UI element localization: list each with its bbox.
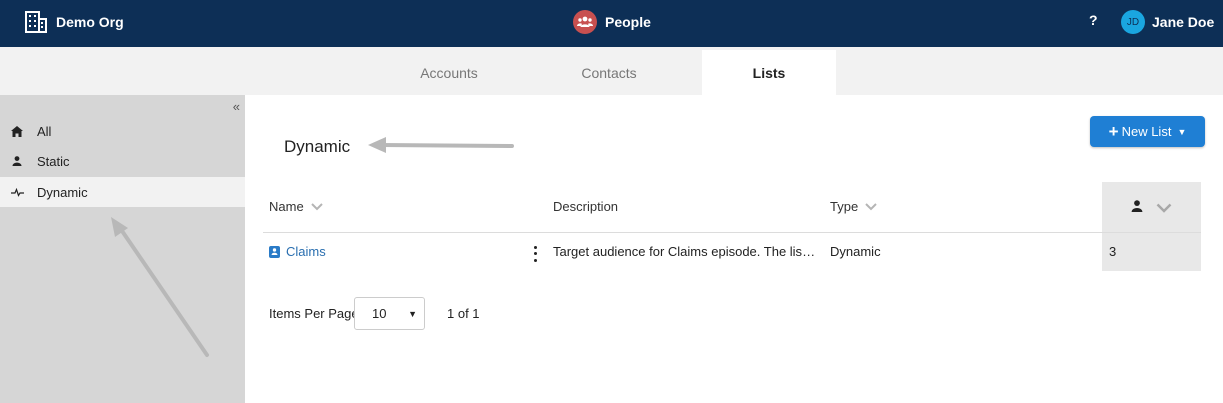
new-list-label: New List (1121, 124, 1172, 139)
list-type: Dynamic (830, 244, 881, 259)
column-header-label: Description (553, 199, 619, 214)
tab-accounts[interactable]: Accounts (382, 50, 516, 95)
building-icon (25, 11, 47, 33)
column-header-type[interactable]: Type (830, 199, 877, 214)
tab-bar: Accounts Contacts Lists (0, 47, 1223, 95)
help-button[interactable]: ? (1089, 12, 1098, 28)
app-name: People (605, 14, 651, 30)
pulse-icon (10, 187, 24, 197)
count-column (1102, 182, 1201, 271)
sidebar: « All Static Dynamic (0, 95, 245, 403)
tab-contacts[interactable]: Contacts (542, 50, 676, 95)
sidebar-item-label: Dynamic (37, 184, 88, 200)
column-header-label: Name (269, 199, 304, 214)
app-switcher[interactable]: People (573, 9, 651, 35)
tab-lists[interactable]: Lists (702, 50, 836, 95)
list-description: Target audience for Claims episode. The … (553, 244, 818, 259)
row-actions-kebab-icon[interactable] (531, 244, 539, 264)
chevron-down-icon (310, 202, 323, 211)
org-name: Demo Org (56, 14, 124, 30)
column-header-name[interactable]: Name (269, 199, 323, 214)
home-icon (10, 125, 24, 137)
list-name-link[interactable]: Claims (269, 244, 326, 259)
contact-list-icon (269, 245, 280, 258)
caret-down-icon: ▼ (408, 309, 417, 319)
org-switcher[interactable]: Demo Org (24, 9, 124, 35)
column-header-members[interactable] (1131, 199, 1172, 217)
user-name: Jane Doe (1152, 14, 1215, 30)
caret-down-icon: ▼ (1177, 126, 1187, 137)
collapse-sidebar-button[interactable]: « (233, 99, 240, 114)
new-list-button[interactable]: + New List ▼ (1090, 116, 1205, 147)
chevron-down-icon (1156, 203, 1172, 213)
list-member-count: 3 (1109, 244, 1117, 259)
avatar: JD (1121, 10, 1145, 34)
plus-icon: + (1108, 122, 1119, 141)
page-title: Dynamic (284, 137, 351, 156)
person-icon (10, 156, 24, 166)
sidebar-item-static[interactable]: Static (0, 146, 245, 176)
page-info: 1 of 1 (447, 306, 480, 321)
items-per-page-label: Items Per Page (269, 306, 359, 321)
column-header-label: Type (830, 199, 859, 214)
items-per-page-select[interactable]: 10 ▼ (354, 297, 425, 330)
header-divider (263, 232, 1201, 233)
sidebar-item-all[interactable]: All (0, 116, 245, 146)
sidebar-item-label: All (37, 123, 52, 139)
people-icon (573, 10, 597, 34)
items-per-page-value: 10 (372, 306, 387, 321)
person-icon (1131, 199, 1143, 217)
chevron-down-icon (865, 202, 877, 211)
top-navigation-bar: Demo Org People ? JD Jane Doe (0, 0, 1223, 47)
sidebar-item-label: Static (37, 153, 70, 169)
column-header-description: Description (553, 199, 618, 214)
sidebar-item-dynamic[interactable]: Dynamic (0, 177, 245, 207)
list-name: Claims (286, 244, 326, 259)
annotation-arrow-icon (368, 137, 514, 153)
user-menu[interactable]: JD Jane Doe (1121, 10, 1214, 34)
